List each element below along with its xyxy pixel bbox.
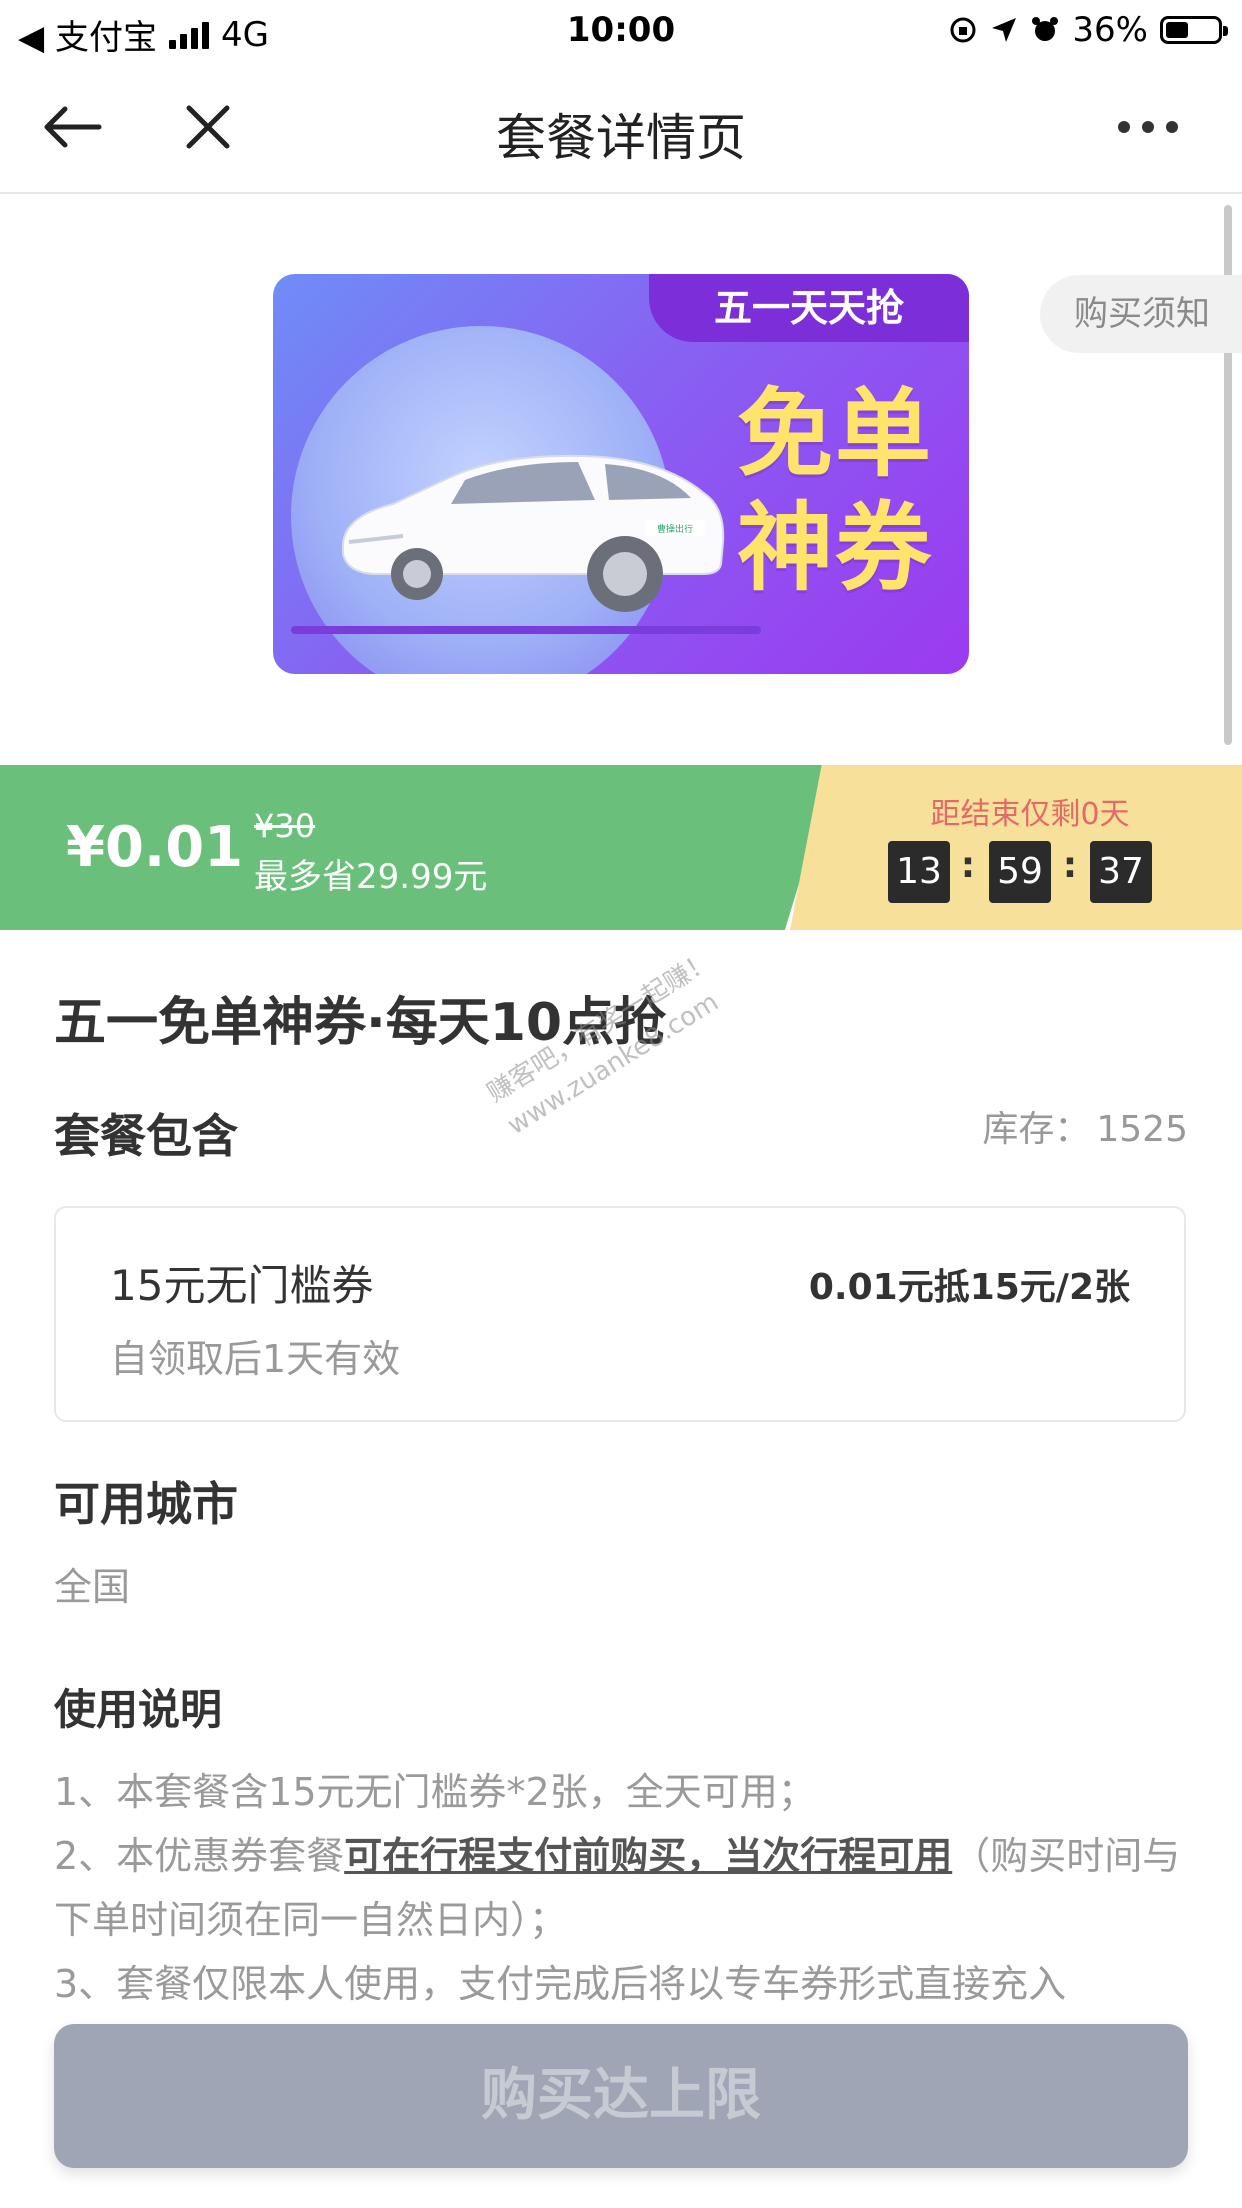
cities-heading: 可用城市 [54, 1477, 238, 1531]
more-dots-icon [1118, 121, 1178, 133]
banner-headline-line2: 神券 [737, 492, 933, 604]
countdown-label: 距结束仅剩0天 [930, 797, 1130, 832]
coupon-validity: 自领取后1天有效 [110, 1337, 401, 1381]
cities-value: 全国 [54, 1565, 131, 1609]
orientation-lock-icon [950, 17, 976, 43]
coupon-price: 0.01元抵15元/2张 [808, 1267, 1130, 1308]
stock-value: 1525 [1096, 1109, 1188, 1150]
stock-label: 库存： [982, 1109, 1091, 1150]
countdown-separator: : [960, 845, 976, 886]
includes-heading: 套餐包含 [54, 1109, 238, 1163]
original-price: ¥30 [254, 807, 316, 845]
battery-percent: 36% [1072, 10, 1148, 50]
price-strip: ¥0.01 ¥30 最多省29.99元 距结束仅剩0天 13 : 59 : 37 [0, 765, 1242, 930]
status-bar: ◀ 支付宝 4G 10:00 36% [0, 0, 1242, 62]
usage-line-2-prefix: 2、本优惠券套餐 [54, 1834, 345, 1878]
banner-ground-line [291, 626, 761, 634]
more-menu-button[interactable] [1108, 92, 1188, 162]
usage-line-1: 1、本套餐含15元无门槛券*2张，全天可用； [54, 1770, 816, 1814]
page-title: 套餐详情页 [496, 109, 746, 167]
car-logo-text: 曹操出行 [657, 523, 693, 535]
coupon-name: 15元无门槛券 [110, 1261, 374, 1310]
countdown-seconds: 37 [1090, 841, 1152, 903]
countdown-minutes: 59 [989, 841, 1051, 903]
buy-button[interactable]: 购买达上限 [54, 2024, 1188, 2168]
nav-bar: 套餐详情页 [0, 62, 1242, 194]
banner-ribbon: 五一天天抢 [649, 274, 969, 342]
countdown-hours: 13 [888, 841, 950, 903]
purchase-notice-tag[interactable]: 购买须知 [1040, 275, 1242, 353]
usage-heading: 使用说明 [54, 1685, 223, 1734]
alarm-icon [1032, 17, 1059, 41]
usage-line-2: 2、本优惠券套餐可在行程支付前购买，当次行程可用（购买时间与下单时间须在同一自然… [54, 1824, 1184, 1952]
battery-icon [1160, 16, 1228, 44]
car-illustration: 曹操出行 [342, 454, 725, 612]
location-icon [992, 18, 1017, 42]
usage-instructions: 1、本套餐含15元无门槛券*2张，全天可用； 2、本优惠券套餐可在行程支付前购买… [54, 1760, 1184, 2016]
usage-line-2-highlight: 可在行程支付前购买，当次行程可用 [344, 1834, 953, 1878]
promo-banner: 曹操出行 五一天天抢 免单 神券 [273, 274, 969, 674]
stock-info: 库存： 1525 [982, 1100, 1188, 1152]
current-price: ¥0.01 [66, 815, 244, 880]
savings-text: 最多省29.99元 [254, 857, 488, 897]
countdown-separator: : [1062, 845, 1078, 886]
coupon-card: 15元无门槛券 0.01元抵15元/2张 自领取后1天有效 [54, 1206, 1186, 1422]
